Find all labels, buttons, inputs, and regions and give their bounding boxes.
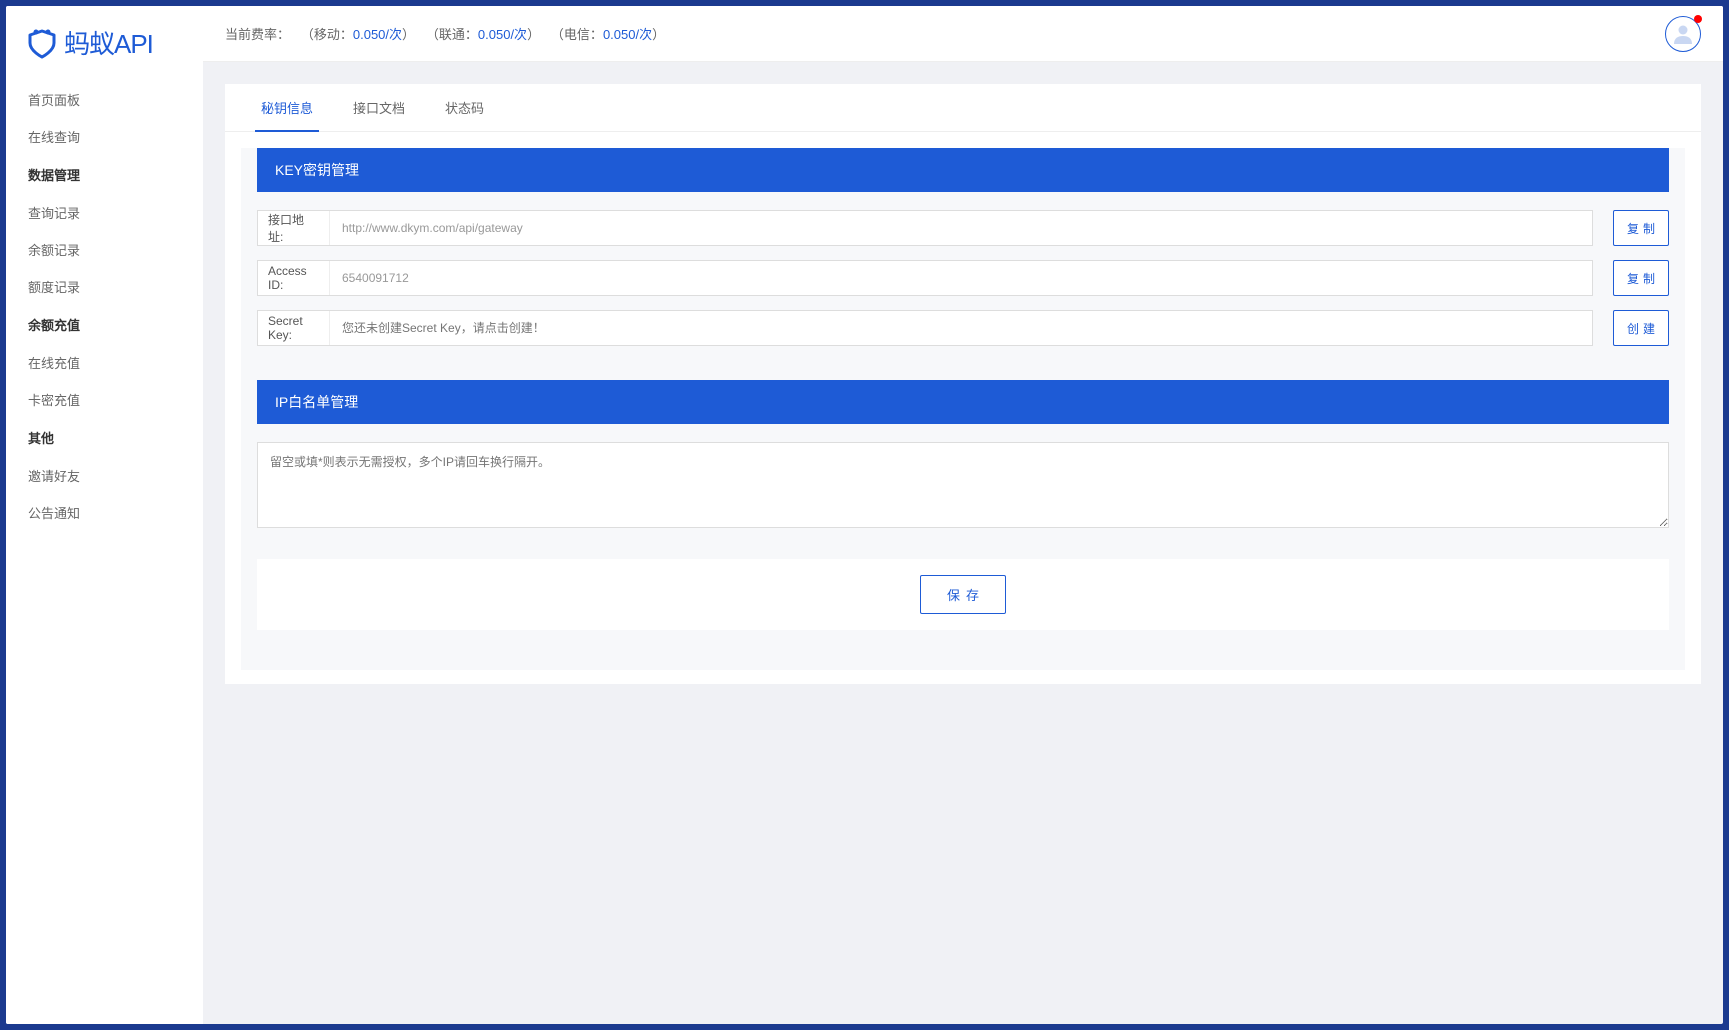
rate-unicom-value: 0.050/次 <box>478 27 527 42</box>
sidebar-item-dashboard[interactable]: 首页面板 <box>28 81 181 118</box>
secret-key-input[interactable] <box>330 311 1592 345</box>
inner-panel: KEY密钥管理 接口地址: 复制 Ac <box>241 148 1685 670</box>
sidebar-item-announcements[interactable]: 公告通知 <box>28 494 181 531</box>
ip-whitelist-textarea[interactable] <box>257 442 1669 528</box>
secret-key-label: Secret Key: <box>258 311 330 345</box>
rate-label: 当前费率： <box>225 27 290 42</box>
sidebar-item-invite[interactable]: 邀请好友 <box>28 457 181 494</box>
rate-info: 当前费率： （移动：0.050/次） （联通：0.050/次） （电信：0.05… <box>225 24 665 43</box>
key-section-header: KEY密钥管理 <box>257 148 1669 192</box>
logo-icon <box>26 27 58 59</box>
tab-status-codes[interactable]: 状态码 <box>425 84 504 131</box>
gateway-input[interactable] <box>330 211 1592 245</box>
sidebar-item-balance-records[interactable]: 余额记录 <box>28 231 181 268</box>
save-button[interactable]: 保存 <box>920 575 1006 614</box>
tab-secret-info[interactable]: 秘钥信息 <box>241 84 333 131</box>
content: 秘钥信息 接口文档 状态码 KEY密钥管理 接口地址: <box>203 62 1723 1024</box>
secret-key-row: Secret Key: 创建 <box>257 310 1669 346</box>
key-form: 接口地址: 复制 Access ID: 复制 <box>241 192 1685 364</box>
gateway-label: 接口地址: <box>258 211 330 245</box>
ip-section-header: IP白名单管理 <box>257 380 1669 424</box>
main: 当前费率： （移动：0.050/次） （联通：0.050/次） （电信：0.05… <box>203 6 1723 1024</box>
sidebar-item-card-recharge[interactable]: 卡密充值 <box>28 381 181 418</box>
sidebar-nav: 首页面板 在线查询 数据管理 查询记录 余额记录 额度记录 余额充值 在线充值 … <box>6 81 203 531</box>
gateway-input-group: 接口地址: <box>257 210 1593 246</box>
top-bar: 当前费率： （移动：0.050/次） （联通：0.050/次） （电信：0.05… <box>203 6 1723 62</box>
notification-dot-icon <box>1694 15 1702 23</box>
sidebar: 蚂蚁API 首页面板 在线查询 数据管理 查询记录 余额记录 额度记录 余额充值… <box>6 6 203 1024</box>
gateway-row: 接口地址: 复制 <box>257 210 1669 246</box>
sidebar-group-other: 其他 <box>28 418 181 457</box>
access-id-input[interactable] <box>330 261 1592 295</box>
access-id-row: Access ID: 复制 <box>257 260 1669 296</box>
sidebar-item-online-query[interactable]: 在线查询 <box>28 118 181 155</box>
logo[interactable]: 蚂蚁API <box>6 6 203 81</box>
ip-form <box>241 424 1685 535</box>
sidebar-item-online-recharge[interactable]: 在线充值 <box>28 344 181 381</box>
secret-key-create-button[interactable]: 创建 <box>1613 310 1669 346</box>
rate-telecom-value: 0.050/次 <box>603 27 652 42</box>
secret-key-input-group: Secret Key: <box>257 310 1593 346</box>
save-row: 保存 <box>257 559 1669 630</box>
user-icon <box>1671 22 1695 46</box>
panel: 秘钥信息 接口文档 状态码 KEY密钥管理 接口地址: <box>225 84 1701 684</box>
logo-text: 蚂蚁API <box>64 24 153 61</box>
rate-unicom-prefix: （联通： <box>426 27 478 42</box>
avatar[interactable] <box>1665 16 1701 52</box>
sidebar-group-recharge: 余额充值 <box>28 305 181 344</box>
access-id-label: Access ID: <box>258 261 330 295</box>
rate-telecom-prefix: （电信： <box>551 27 603 42</box>
access-id-copy-button[interactable]: 复制 <box>1613 260 1669 296</box>
sidebar-group-data: 数据管理 <box>28 155 181 194</box>
tab-api-docs[interactable]: 接口文档 <box>333 84 425 131</box>
sidebar-item-quota-records[interactable]: 额度记录 <box>28 268 181 305</box>
access-id-input-group: Access ID: <box>257 260 1593 296</box>
rate-mobile-prefix: （移动： <box>301 27 353 42</box>
tabs: 秘钥信息 接口文档 状态码 <box>225 84 1701 132</box>
rate-mobile-value: 0.050/次 <box>353 27 402 42</box>
sidebar-item-query-records[interactable]: 查询记录 <box>28 194 181 231</box>
gateway-copy-button[interactable]: 复制 <box>1613 210 1669 246</box>
